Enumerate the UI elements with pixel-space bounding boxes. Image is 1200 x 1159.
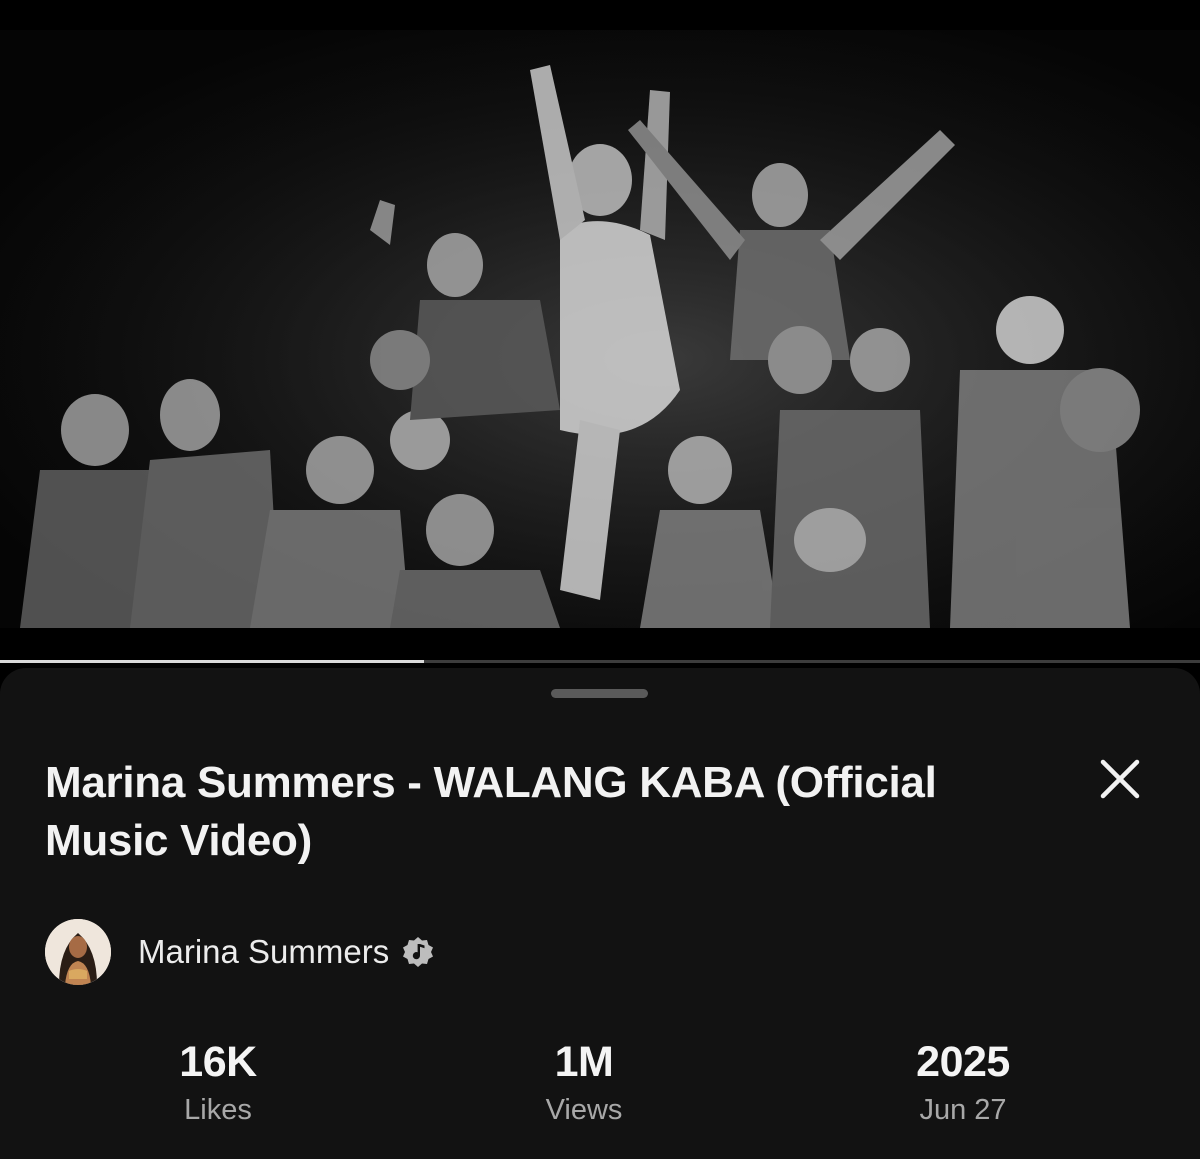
avatar[interactable]: [45, 919, 111, 985]
release-date: Jun 27: [919, 1094, 1007, 1126]
close-icon: [1100, 759, 1140, 799]
video-progress-track[interactable]: [0, 660, 1200, 663]
date-stat: 2025 Jun 27: [843, 1036, 1083, 1130]
music-note-badge-icon: [403, 937, 434, 967]
views-count: 1M: [554, 1038, 614, 1086]
details-sheet: Marina Summers - WALANG KABA (Official M…: [0, 668, 1200, 1159]
video-thumbnail: [0, 30, 1200, 628]
likes-stat: 16K Likes: [98, 1036, 338, 1130]
close-button[interactable]: [1093, 752, 1147, 806]
video-details-screen: Marina Summers - WALANG KABA (Official M…: [0, 0, 1200, 1159]
views-label: Views: [545, 1094, 623, 1126]
channel-row[interactable]: Marina Summers: [45, 918, 435, 986]
video-title: Marina Summers - WALANG KABA (Official M…: [45, 758, 937, 865]
likes-count: 16K: [179, 1038, 257, 1086]
channel-name: Marina Summers: [138, 933, 390, 970]
release-year: 2025: [916, 1038, 1010, 1086]
drag-handle[interactable]: [551, 689, 648, 698]
video-progress-fill: [0, 660, 424, 663]
video-player[interactable]: [0, 30, 1200, 628]
views-stat: 1M Views: [464, 1036, 704, 1130]
likes-label: Likes: [184, 1094, 252, 1126]
channel-avatar-image: [45, 919, 111, 985]
